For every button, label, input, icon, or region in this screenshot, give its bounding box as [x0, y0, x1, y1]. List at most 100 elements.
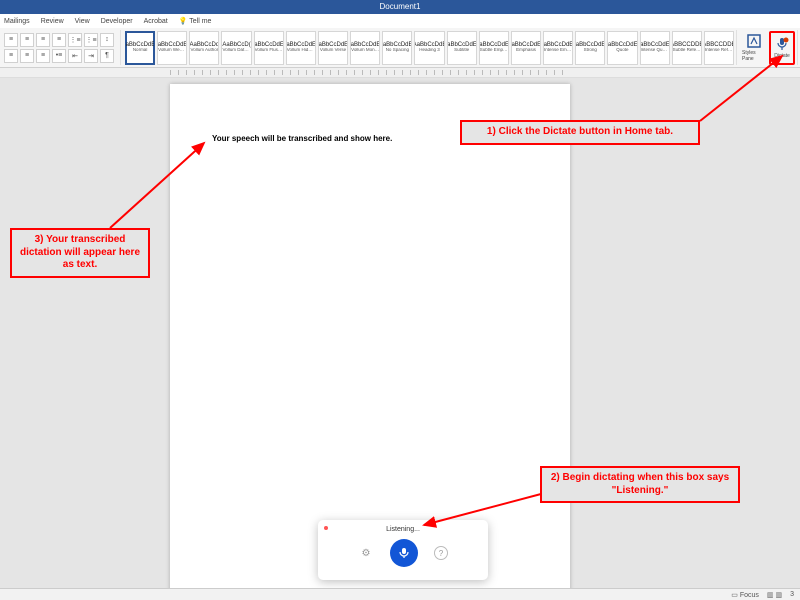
style-swatch-10[interactable]: AaBbCcDdEeSubtitle [447, 31, 477, 65]
style-label: Vollum Web… [158, 48, 186, 53]
style-label: Heading 3 [415, 48, 443, 53]
tab-tell-me[interactable]: 💡 Tell me [179, 17, 212, 25]
styles-pane-icon [747, 34, 761, 48]
tab-mailings[interactable]: Mailings [4, 18, 30, 25]
style-label: Vollum Flush… [255, 48, 283, 53]
style-swatch-12[interactable]: AaBbCcDdEeEmphasis [511, 31, 541, 65]
decrease-indent-icon[interactable]: ⇤ [68, 49, 82, 63]
style-label: Normal [126, 48, 154, 53]
style-preview: AaBbCcDdEe [318, 42, 348, 49]
dictation-settings-button[interactable]: ⚙ [358, 545, 374, 561]
style-preview: AaBbCcD( [222, 42, 250, 49]
tab-developer[interactable]: Developer [101, 18, 133, 25]
focus-mode-button[interactable]: ▭ Focus [731, 591, 759, 599]
sort-icon[interactable]: ↕ [100, 33, 114, 47]
ribbon: ≡ ≡ ≡ ≡ ⋮≡ ⋮≡ ↕ ≡ ≡ ≡ •≡ ⇤ ⇥ ¶ AaBbCcDdE… [0, 28, 800, 68]
style-preview: AaBbCcDdEe [479, 42, 509, 49]
paragraph-group: ≡ ≡ ≡ ≡ ⋮≡ ⋮≡ ↕ ≡ ≡ ≡ •≡ ⇤ ⇥ ¶ [2, 30, 121, 65]
align-justify-icon[interactable]: ≡ [52, 33, 66, 47]
zoom-pct: 3 [790, 591, 794, 598]
style-preview: AaBbCcDdE [414, 42, 444, 49]
style-swatch-0[interactable]: AaBbCcDdEeNormal [125, 31, 155, 65]
style-swatch-13[interactable]: AaBbCcDdEeIntense Emp… [543, 31, 573, 65]
style-label: Vollum Author [190, 48, 218, 53]
tab-acrobat[interactable]: Acrobat [144, 18, 168, 25]
style-label: Intense Refer… [705, 48, 733, 53]
dictation-panel: Listening... ⚙ ? [318, 520, 488, 580]
align-center-icon[interactable]: ≡ [20, 33, 34, 47]
align-right-icon[interactable]: ≡ [36, 33, 50, 47]
style-label: Vollum Hidd… [287, 48, 315, 53]
style-label: Subtle Refer… [673, 48, 701, 53]
style-swatch-6[interactable]: AaBbCcDdEeVollum Verse [318, 31, 348, 65]
document-body-text: Your speech will be transcribed and show… [212, 134, 392, 143]
style-preview: AaBbCcDdEe [350, 42, 380, 49]
numbering-icon[interactable]: ⋮≡ [84, 33, 98, 47]
borders-icon[interactable]: ≡ [36, 49, 50, 63]
tab-review[interactable]: Review [41, 18, 64, 25]
style-swatch-14[interactable]: AaBbCcDdEeStrong [575, 31, 605, 65]
tell-me-label: Tell me [189, 18, 211, 25]
style-swatch-11[interactable]: AaBbCcDdEeSubtle Emph… [479, 31, 509, 65]
style-label: Quote [608, 48, 636, 53]
style-label: No Spacing [383, 48, 411, 53]
annotation-1: 1) Click the Dictate button in Home tab. [460, 120, 700, 145]
dictate-button[interactable]: Dictate [769, 31, 795, 65]
focus-label: Focus [740, 592, 759, 599]
style-label: Emphasis [512, 48, 540, 53]
style-preview: AaBbCcDdEe [511, 42, 541, 49]
style-label: Intense Quote [641, 48, 669, 53]
style-preview: AABBCCDDEE [672, 42, 702, 49]
document-page[interactable]: Your speech will be transcribed and show… [170, 84, 570, 588]
tab-view[interactable]: View [75, 18, 90, 25]
style-swatch-1[interactable]: AaBbCcDdEeVollum Web… [157, 31, 187, 65]
style-preview: AaBbCcDdEe [447, 42, 477, 49]
microphone-icon [775, 37, 789, 51]
multilevel-list-icon[interactable]: •≡ [52, 49, 66, 63]
ribbon-tabs: Mailings Review View Developer Acrobat 💡… [0, 14, 800, 28]
dictation-help-button[interactable]: ? [434, 546, 448, 560]
style-swatch-18[interactable]: AABBCCDDEEIntense Refer… [704, 31, 734, 65]
bullets-icon[interactable]: ⋮≡ [68, 33, 82, 47]
style-preview: AaBbCcDdEe [254, 42, 284, 49]
style-swatch-16[interactable]: AaBbCcDdEeIntense Quote [640, 31, 670, 65]
ribbon-right-group: Styles Pane Dictate [737, 30, 798, 65]
increase-indent-icon[interactable]: ⇥ [84, 49, 98, 63]
style-swatch-7[interactable]: AaBbCcDdEeVollum Mono… [350, 31, 380, 65]
dictation-mic-button[interactable] [390, 539, 418, 567]
style-swatch-5[interactable]: AaBbCcDdEeVollum Hidd… [286, 31, 316, 65]
shading-icon[interactable]: ≡ [20, 49, 34, 63]
style-swatch-4[interactable]: AaBbCcDdEeVollum Flush… [254, 31, 284, 65]
align-left-icon[interactable]: ≡ [4, 33, 18, 47]
ruler[interactable] [0, 68, 800, 78]
style-preview: AaBbCcDdEe [640, 42, 670, 49]
style-label: Subtle Emph… [480, 48, 508, 53]
style-swatch-3[interactable]: AaBbCcD(Vollum Date… [221, 31, 251, 65]
styles-pane-label: Styles Pane [742, 50, 766, 62]
style-swatch-2[interactable]: AaBbCcDdVollum Author [189, 31, 219, 65]
annotation-2: 2) Begin dictating when this box says "L… [540, 466, 740, 503]
style-label: Strong [576, 48, 604, 53]
style-label: Vollum Verse [319, 48, 347, 53]
style-swatch-8[interactable]: AaBbCcDdEeNo Spacing [382, 31, 412, 65]
style-preview: AaBbCcDdEe [382, 42, 412, 49]
style-label: Subtitle [448, 48, 476, 53]
style-preview: AaBbCcDdEe [286, 42, 316, 49]
view-buttons[interactable]: ▥ ▥ [767, 591, 782, 599]
style-swatch-9[interactable]: AaBbCcDdEHeading 3 [414, 31, 444, 65]
style-preview: AaBbCcDdEe [575, 42, 605, 49]
style-preview: AaBbCcDdEe [607, 42, 637, 49]
document-area: Your speech will be transcribed and show… [0, 78, 800, 588]
style-swatch-15[interactable]: AaBbCcDdEeQuote [607, 31, 637, 65]
style-label: Vollum Date… [222, 48, 250, 53]
status-bar: ▭ Focus ▥ ▥ 3 [0, 588, 800, 600]
style-swatch-17[interactable]: AABBCCDDEESubtle Refer… [672, 31, 702, 65]
style-preview: AaBbCcDdEe [125, 42, 155, 49]
styles-pane-button[interactable]: Styles Pane [741, 31, 767, 65]
title-bar: Document1 [0, 0, 800, 14]
dictate-label: Dictate [774, 53, 790, 59]
style-label: Vollum Mono… [351, 48, 379, 53]
line-spacing-icon[interactable]: ≡ [4, 49, 18, 63]
show-paragraph-marks-icon[interactable]: ¶ [100, 49, 114, 63]
style-preview: AaBbCcDdEe [157, 42, 187, 49]
